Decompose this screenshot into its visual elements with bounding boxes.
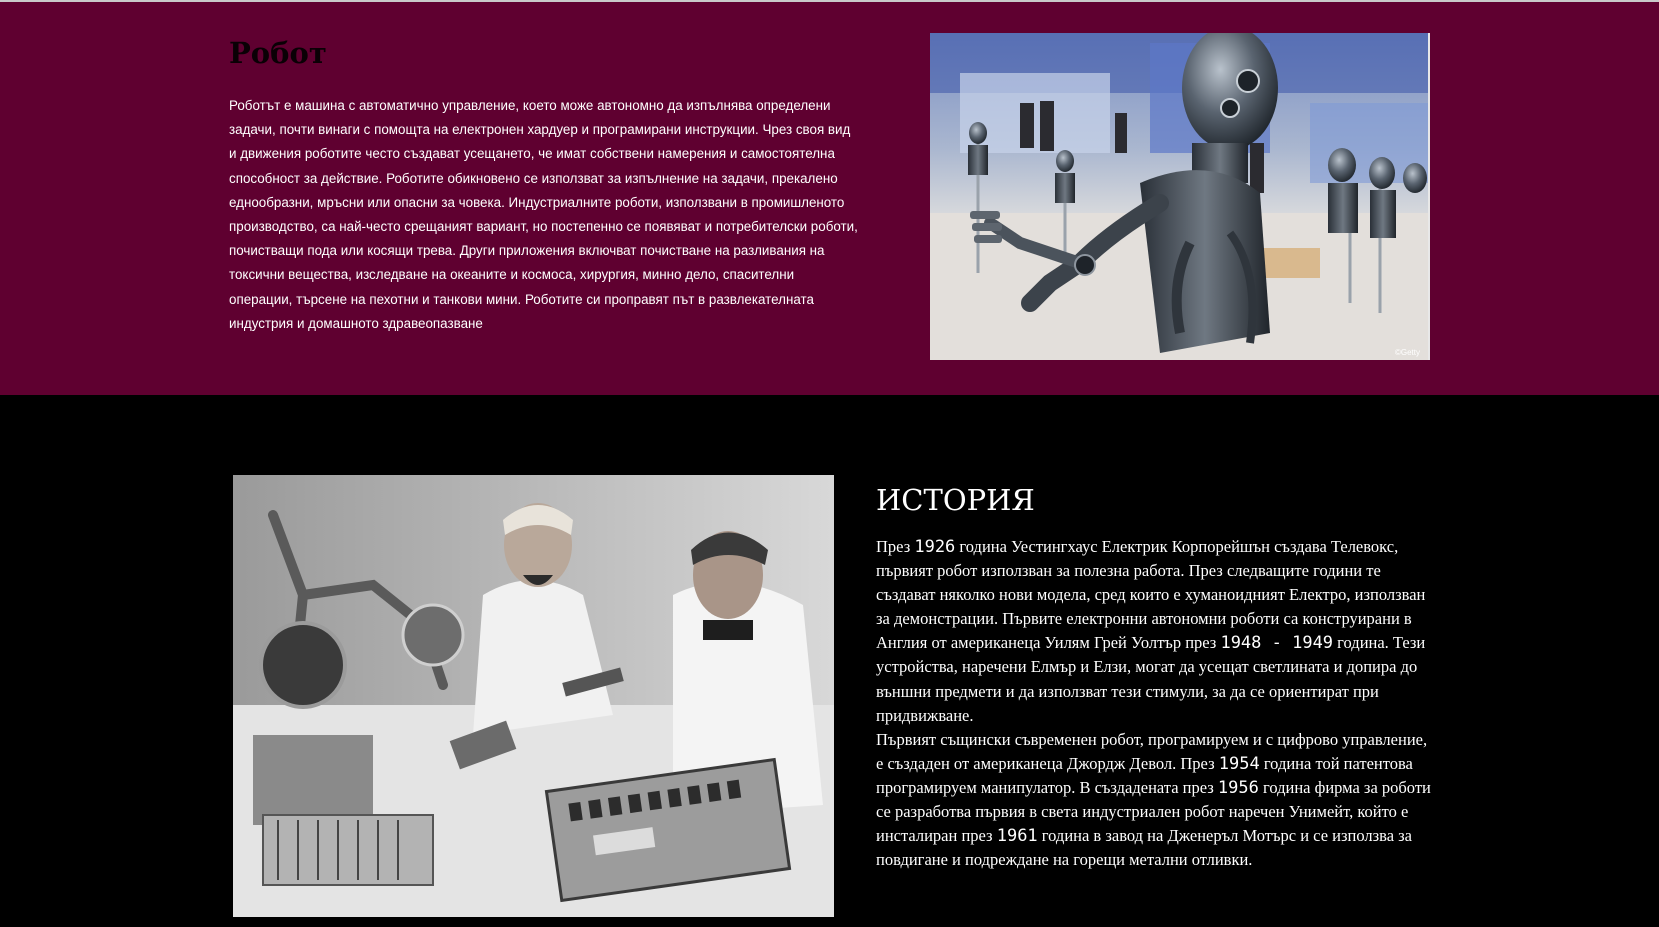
robot-description: Роботът е машина с автоматично управлени…: [229, 98, 858, 331]
robot-title: Робот: [229, 36, 327, 70]
history-section: ИСТОРИЯ През 1926 година Уестингхаус Еле…: [0, 395, 1659, 927]
engineers-building-robot-photo: [233, 475, 834, 917]
humanoid-robots-photo: ©Getty: [930, 33, 1430, 360]
history-title: ИСТОРИЯ: [876, 483, 1035, 517]
history-paragraph-1: През 1926 година Уестингхаус Електрик Ко…: [876, 537, 1426, 725]
history-paragraph-2: Първият същински съвременен робот, прогр…: [876, 729, 1431, 870]
photo-watermark: ©Getty: [1395, 348, 1420, 357]
history-text: През 1926 година Уестингхаус Електрик Ко…: [876, 535, 1436, 872]
robot-intro-section: Робот Роботът е машина с автоматично упр…: [0, 2, 1659, 395]
